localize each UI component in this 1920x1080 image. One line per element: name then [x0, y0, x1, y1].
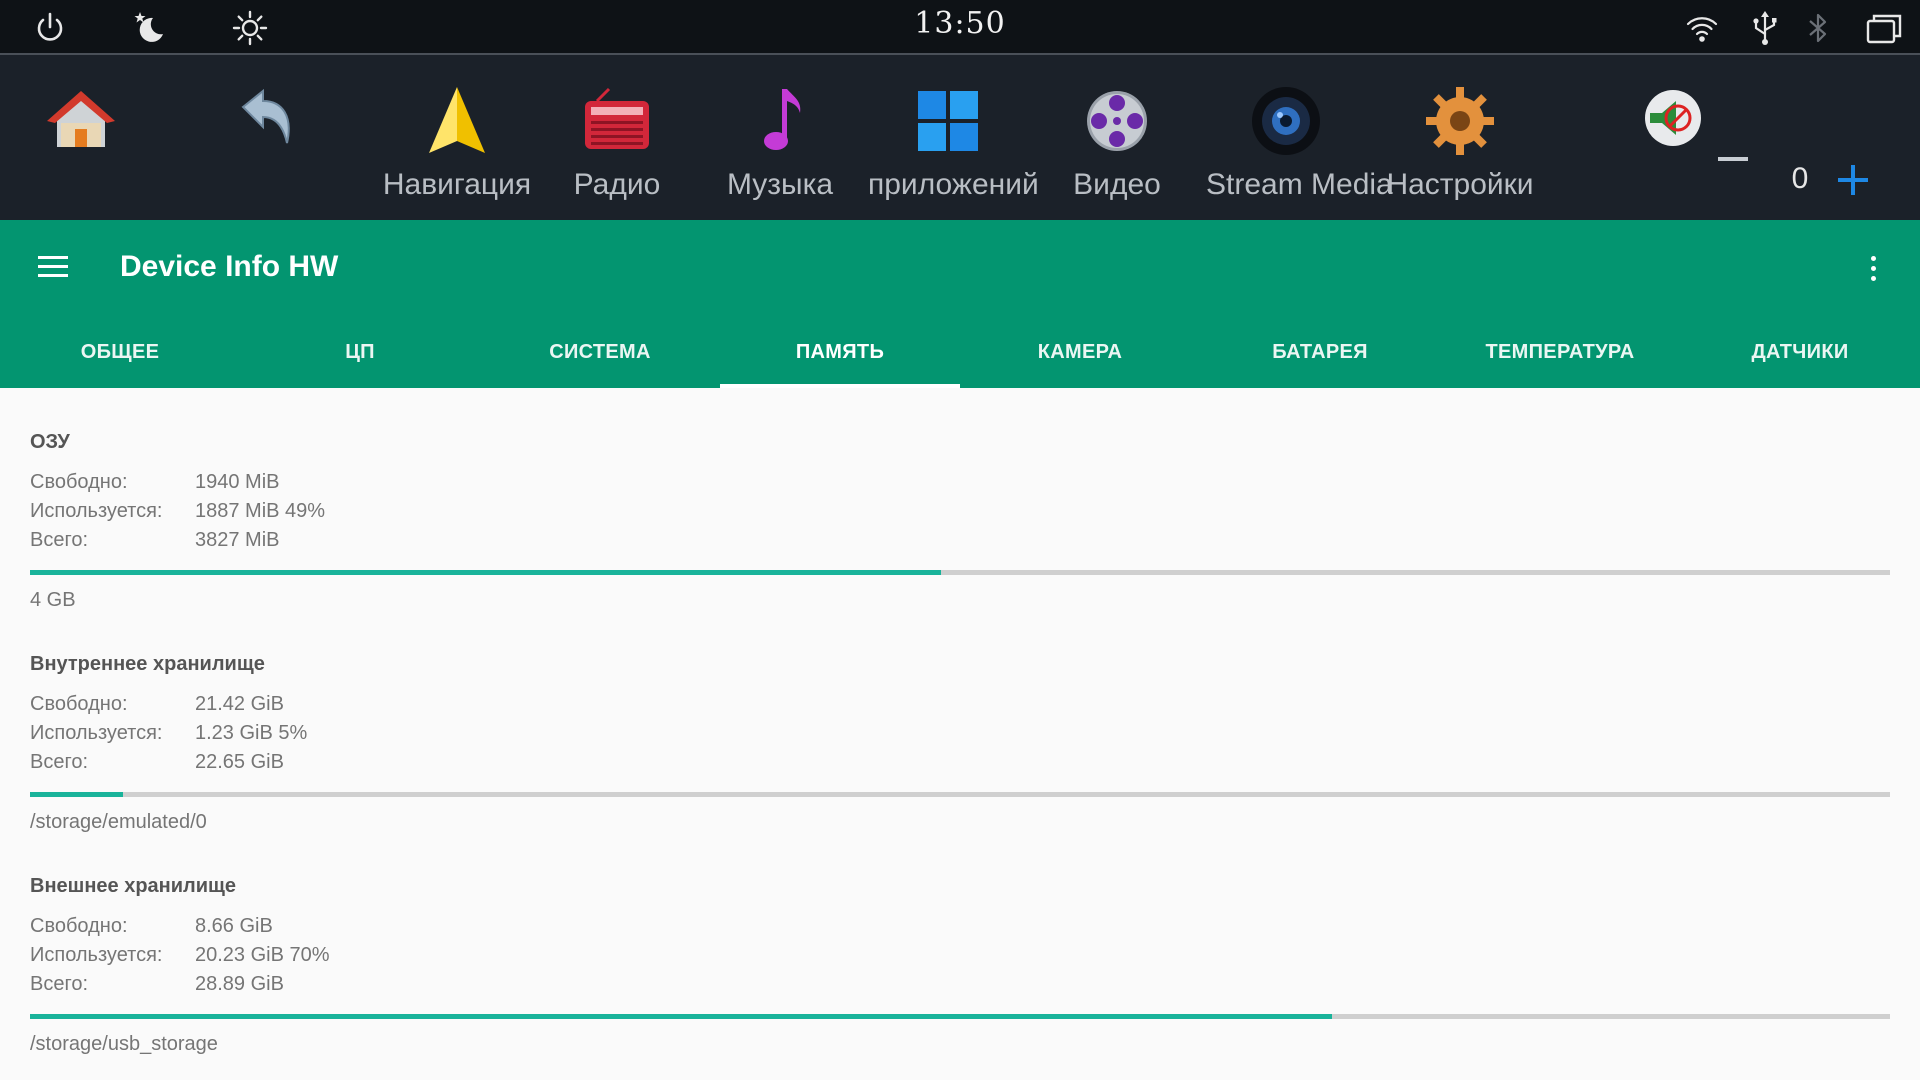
status-clock: 13:50 [914, 6, 1006, 41]
row-label: Всего: [30, 973, 88, 995]
ram-size-label: 4 GB [30, 589, 76, 611]
tab-memory[interactable]: ПАМЯТЬ [720, 320, 960, 388]
ram-used-row: Используется: 1887 MiB 49% [30, 500, 1890, 529]
row-value: 1887 MiB 49% [195, 500, 326, 522]
row-label: Всего: [30, 751, 88, 773]
row-value: 21.42 GiB [195, 693, 284, 715]
app-radio[interactable]: Радио [557, 55, 677, 220]
app-settings[interactable]: Настройки [1386, 55, 1534, 220]
app-label: Радио [573, 168, 661, 201]
launcher-bar: Навигация Радио Музыка приложений Видео … [0, 55, 1920, 220]
volume-value: 0 [1791, 162, 1809, 195]
music-note-icon [742, 83, 818, 159]
app-title: Device Info HW [120, 250, 339, 283]
tab-cpu[interactable]: ЦП [240, 320, 480, 388]
ram-section: ОЗУ Свободно: 1940 MiB Используется: 188… [30, 431, 1890, 612]
app-label: Видео [1073, 168, 1161, 201]
tab-camera[interactable]: КАМЕРА [960, 320, 1200, 388]
film-reel-icon [1079, 83, 1155, 159]
volume-mute-icon[interactable] [1640, 85, 1706, 151]
row-label: Всего: [30, 529, 88, 551]
usage-bar-fill [30, 1014, 1332, 1019]
usb-icon [1745, 8, 1785, 48]
app-label: Настройки [1386, 168, 1534, 201]
app-apps[interactable]: приложений [868, 55, 1039, 220]
internal-storage-section: Внутреннее хранилище Свободно: 21.42 GiB… [30, 653, 1890, 834]
app-navigation[interactable]: Навигация [383, 55, 531, 220]
back-button[interactable] [228, 55, 306, 220]
gear-icon [1422, 83, 1498, 159]
row-label: Свободно: [30, 693, 128, 715]
internal-free-row: Свободно: 21.42 GiB [30, 693, 1890, 722]
tab-bar: ОБЩЕЕ ЦП СИСТЕМА ПАМЯТЬ КАМЕРА БАТАРЕЯ Т… [0, 320, 1920, 388]
row-value: 22.65 GiB [195, 751, 284, 773]
radio-icon [579, 83, 655, 159]
apps-grid-icon [910, 83, 986, 159]
section-title: Внешнее хранилище [30, 875, 237, 897]
ram-total-row: Всего: 3827 MiB [30, 529, 1890, 558]
camera-lens-icon [1248, 83, 1324, 159]
app-label: Stream Media [1206, 168, 1393, 201]
usage-bar-fill [30, 570, 942, 575]
row-value: 20.23 GiB 70% [195, 944, 330, 966]
row-value: 1.23 GiB 5% [195, 722, 308, 744]
tab-battery[interactable]: БАТАРЕЯ [1200, 320, 1440, 388]
wifi-icon [1682, 8, 1722, 48]
usage-bar-fill [30, 792, 123, 797]
internal-path-label: /storage/emulated/0 [30, 811, 207, 833]
back-arrow-icon [229, 83, 305, 159]
app-stream-media[interactable]: Stream Media [1206, 55, 1393, 220]
internal-used-row: Используется: 1.23 GiB 5% [30, 722, 1890, 751]
ram-usage-bar [30, 570, 1890, 575]
app-music[interactable]: Музыка [720, 55, 840, 220]
bluetooth-icon [1798, 8, 1838, 48]
external-path-label: /storage/usb_storage [30, 1033, 218, 1055]
recent-apps-icon[interactable] [1864, 8, 1904, 48]
internal-total-row: Всего: 22.65 GiB [30, 751, 1890, 780]
internal-usage-bar [30, 792, 1890, 797]
row-value: 3827 MiB [195, 529, 280, 551]
section-title: ОЗУ [30, 431, 70, 453]
tab-system[interactable]: СИСТЕМА [480, 320, 720, 388]
external-storage-section: Внешнее хранилище Свободно: 8.66 GiB Исп… [30, 875, 1890, 1056]
home-icon [43, 83, 119, 159]
external-usage-bar [30, 1014, 1890, 1019]
status-bar: 13:50 [0, 0, 1920, 55]
external-total-row: Всего: 28.89 GiB [30, 973, 1890, 1002]
volume-down-button[interactable] [1718, 157, 1748, 161]
home-button[interactable] [42, 55, 120, 220]
tab-general[interactable]: ОБЩЕЕ [0, 320, 240, 388]
row-value: 1940 MiB [195, 471, 280, 493]
more-options-icon[interactable] [1866, 252, 1880, 286]
section-title: Внутреннее хранилище [30, 653, 265, 675]
external-free-row: Свободно: 8.66 GiB [30, 915, 1890, 944]
row-label: Свободно: [30, 915, 128, 937]
hamburger-menu-icon[interactable] [38, 256, 70, 280]
ram-free-row: Свободно: 1940 MiB [30, 471, 1890, 500]
row-value: 8.66 GiB [195, 915, 273, 937]
volume-up-button[interactable] [1838, 165, 1868, 195]
app-label: приложений [868, 168, 1039, 201]
tab-temperature[interactable]: ТЕМПЕРАТУРА [1440, 320, 1680, 388]
app-label: Музыка [726, 168, 834, 201]
app-video[interactable]: Видео [1057, 55, 1177, 220]
navigation-icon [419, 83, 495, 159]
row-label: Используется: [30, 944, 163, 966]
app-label: Навигация [382, 168, 532, 201]
tab-sensors[interactable]: ДАТЧИКИ [1680, 320, 1920, 388]
row-label: Используется: [30, 500, 163, 522]
external-used-row: Используется: 20.23 GiB 70% [30, 944, 1890, 973]
row-label: Используется: [30, 722, 163, 744]
row-label: Свободно: [30, 471, 128, 493]
row-value: 28.89 GiB [195, 973, 284, 995]
